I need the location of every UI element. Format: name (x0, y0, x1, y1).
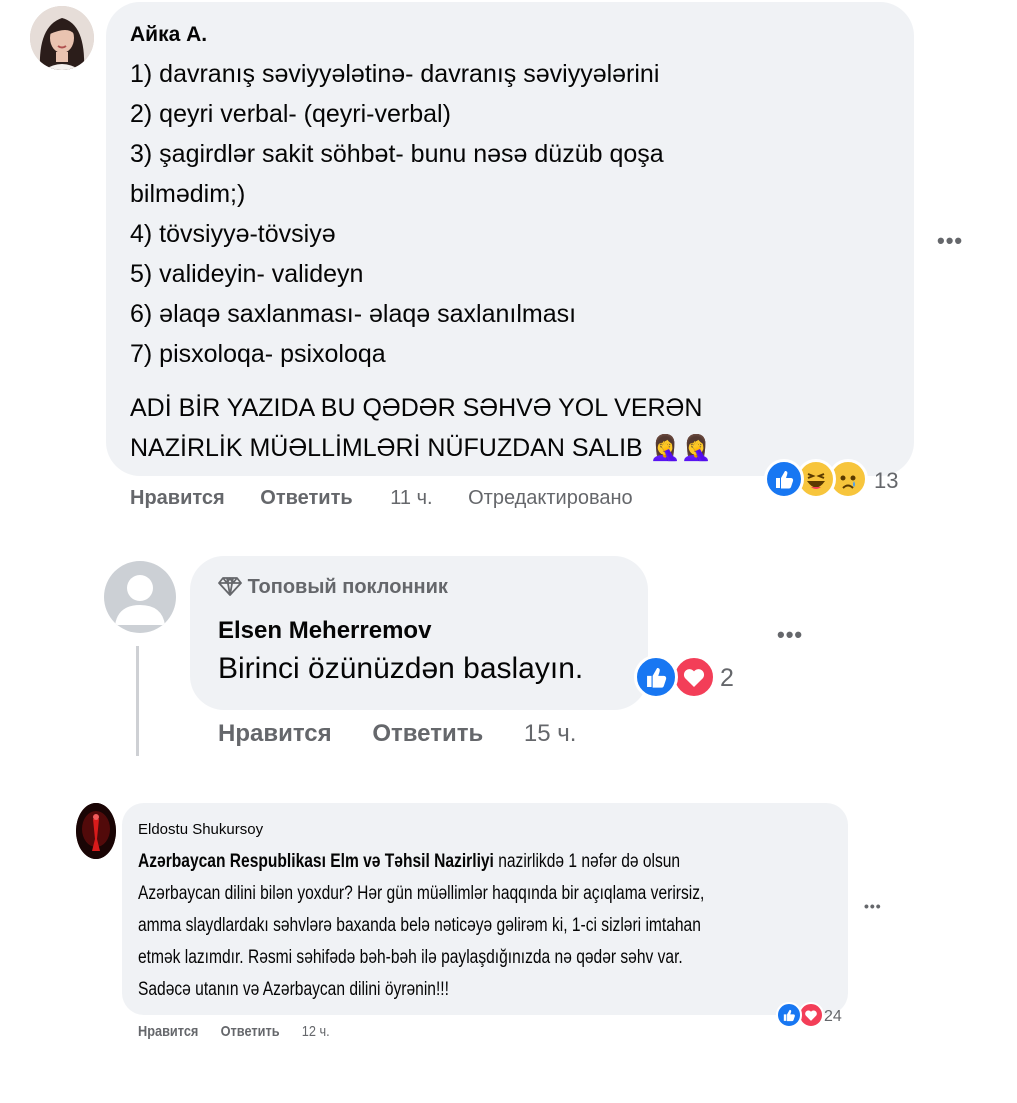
comment-line: Azərbaycan dilini bilən yoxdur? Hər gün … (138, 883, 705, 904)
edited-label: Отредактировано (468, 487, 633, 509)
comment-actions: Нравится Ответить 11 ч. Отредактировано (130, 486, 633, 510)
avatar[interactable] (104, 561, 176, 633)
like-button[interactable]: Нравится (130, 486, 225, 510)
badge-label: Топовый поклонник (247, 576, 448, 598)
comment-actions: Нравится Ответить 15 ч. (218, 720, 576, 748)
like-button[interactable]: Нравится (138, 1023, 198, 1040)
comment-line: 6) əlaqə saxlanması- əlaqə saxlanılması (130, 300, 577, 328)
like-button[interactable]: Нравится (218, 720, 332, 747)
avatar[interactable] (30, 6, 94, 70)
comment-line: 3) şagirdlər sakit söhbət- bunu nəsə düz… (130, 140, 664, 168)
comment-line: 5) valideyin- valideyn (130, 260, 364, 288)
comment-text: Birinci özünüzdən baslayın. (218, 652, 584, 685)
like-icon (764, 459, 804, 499)
love-icon (672, 655, 716, 699)
reply-thread-line (136, 646, 139, 756)
timestamp[interactable]: 12 ч. (302, 1023, 330, 1040)
comment-text: Azərbaycan Respublikası Elm və Təhsil Na… (138, 846, 843, 1006)
like-icon (634, 655, 678, 699)
diamond-icon (218, 577, 242, 596)
comment-line: ADİ BİR YAZIDA BU QƏDƏR SƏHVƏ YOL VERƏN (130, 394, 703, 422)
comment-line: 2) qeyri verbal- (qeyri-verbal) (130, 100, 451, 128)
reply-button[interactable]: Ответить (260, 486, 352, 510)
timestamp[interactable]: 11 ч. (390, 486, 432, 510)
comment-text: 1) davranış səviyyələtinə- davranış səvi… (130, 54, 890, 468)
comment-line: 1) davranış səviyyələtinə- davranış səvi… (130, 60, 660, 88)
comment-author[interactable]: Elsen Meherremov (218, 617, 431, 645)
reply-button[interactable]: Ответить (372, 720, 483, 747)
reply-button[interactable]: Ответить (221, 1023, 280, 1040)
comment-actions: Нравится Ответить 12 ч. (138, 1023, 330, 1040)
comment-line: Sadəcə utanın və Azərbaycan dilini öyrən… (138, 979, 449, 1000)
timestamp[interactable]: 15 ч. (524, 720, 577, 747)
reaction-count: 2 (720, 664, 734, 692)
comment-line: Azərbaycan Respublikası Elm və Təhsil Na… (138, 846, 843, 878)
comment-line: amma slaydlardakı səhvlərə baxanda belə … (138, 915, 701, 936)
comment-line: etmək lazımdır. Rəsmi səhifədə bəh-bəh i… (138, 947, 683, 968)
reaction-count: 13 (874, 468, 899, 493)
more-options-icon[interactable]: ••• (864, 898, 882, 914)
comment-author[interactable]: Eldostu Shukursoy (138, 821, 263, 838)
comment-line: 7) pisxoloqa- psixoloqa (130, 340, 386, 368)
comment-author[interactable]: Айка А. (130, 21, 207, 49)
mention-link[interactable]: Azərbaycan Respublikası Elm və Təhsil Na… (138, 851, 494, 872)
comment-line: 4) tövsiyyə-tövsiyə (130, 220, 336, 248)
like-icon (776, 1002, 802, 1028)
comment-line: bilmədim;) (130, 180, 246, 208)
more-options-icon[interactable]: ••• (777, 622, 803, 648)
reaction-count: 24 (824, 1008, 842, 1025)
top-fan-badge: Топовый поклонник (218, 576, 448, 599)
more-options-icon[interactable]: ••• (937, 228, 963, 254)
avatar[interactable] (76, 803, 116, 859)
comment-line-rest: nazirlikdə 1 nəfər də olsun (493, 851, 681, 872)
